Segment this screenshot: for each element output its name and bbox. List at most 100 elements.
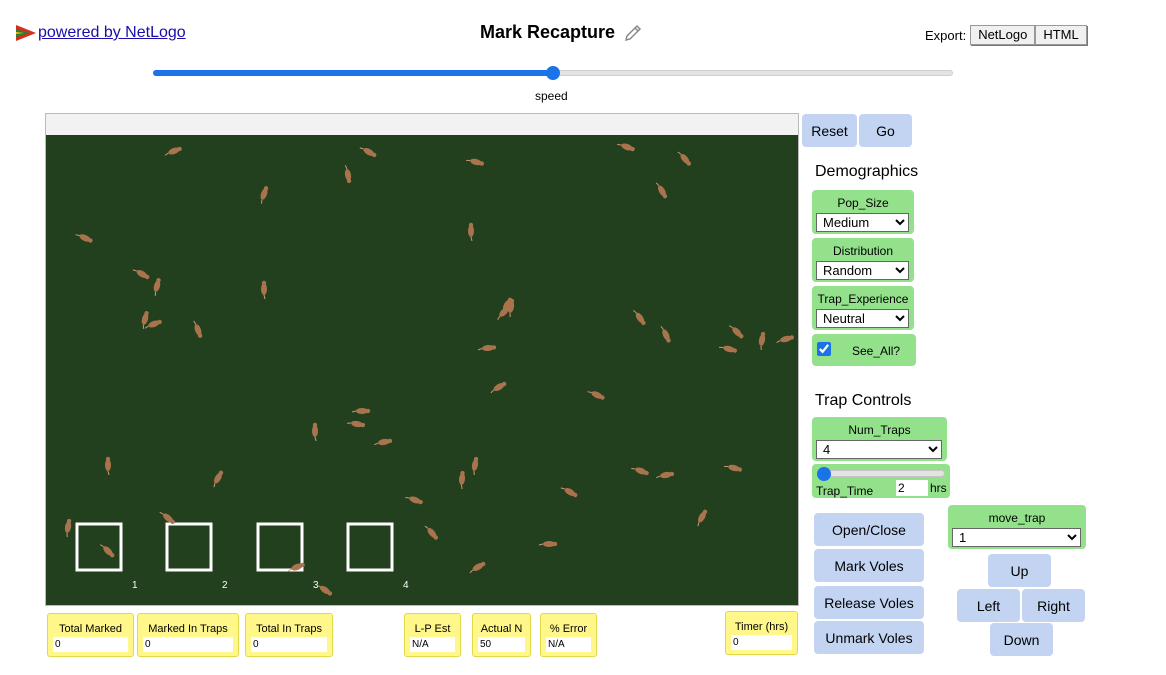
vole-3 (344, 165, 352, 184)
powered-by-netlogo[interactable]: powered by NetLogo (16, 24, 186, 42)
speed-slider-thumb[interactable] (546, 66, 560, 80)
reset-button[interactable]: Reset (802, 114, 857, 147)
marked-in-traps-label: Marked In Traps (148, 623, 228, 635)
model-title: Mark Recapture (480, 22, 616, 42)
total-marked-value: 0 (53, 637, 128, 652)
left-button[interactable]: Left (957, 589, 1020, 622)
demographics-heading: Demographics (815, 163, 919, 180)
vole-42 (560, 487, 578, 498)
trap-experience-select[interactable]: Neutral (816, 309, 909, 328)
distribution-label: Distribution (832, 244, 894, 258)
marked-in-traps-value: 0 (143, 637, 233, 652)
lp-est-value: N/A (410, 637, 455, 652)
vole-13 (261, 280, 267, 300)
vole-27 (490, 381, 507, 394)
vole-31 (374, 438, 393, 446)
marked-in-traps-monitor: Marked In Traps 0 (137, 613, 239, 657)
down-button[interactable]: Down (990, 623, 1053, 656)
vole-23 (728, 325, 744, 339)
export-label: Export: (925, 27, 967, 43)
vole-11 (132, 269, 150, 280)
trap-label-4: 4 (403, 580, 409, 591)
vole-6 (677, 151, 692, 166)
vole-34 (213, 470, 224, 488)
distribution-select[interactable]: Random (816, 261, 909, 280)
trap-label-2: 2 (222, 580, 228, 591)
right-button[interactable]: Right (1022, 589, 1085, 622)
vole-40 (405, 496, 423, 505)
see-all-checkbox[interactable] (817, 342, 831, 356)
vole-32 (312, 422, 318, 442)
pop-size-select[interactable]: Medium (816, 213, 909, 232)
total-in-traps-value: 0 (251, 637, 327, 652)
vole-25 (758, 331, 766, 351)
vole-38 (656, 471, 675, 479)
vole-26 (776, 335, 794, 343)
trap-controls-heading: Trap Controls (815, 392, 912, 409)
vole-35 (471, 456, 479, 476)
trap-label-1: 1 (132, 580, 138, 591)
world-canvas: 1234 (46, 135, 798, 605)
pencil-icon[interactable] (623, 23, 643, 43)
model-title-bar: Mark Recapture (480, 22, 643, 43)
vole-44 (697, 509, 708, 527)
trap-box-3 (256, 522, 304, 572)
trap-time-label: Trap_Time (816, 484, 874, 498)
vole-33 (105, 456, 111, 476)
mark-voles-button[interactable]: Mark Voles (814, 549, 924, 582)
actual-n-monitor: Actual N 50 (472, 613, 531, 657)
vole-30 (346, 420, 366, 428)
vole-4 (466, 158, 484, 166)
trap-time-thumb[interactable] (817, 467, 831, 481)
actual-n-value: 50 (478, 637, 525, 652)
pct-error-label: % Error (549, 623, 588, 635)
up-button[interactable]: Up (988, 554, 1051, 587)
vole-45 (64, 518, 72, 538)
vole-39 (724, 464, 742, 472)
trap-time-track[interactable] (817, 470, 945, 477)
vole-12 (153, 278, 161, 296)
speed-label: speed (535, 89, 568, 103)
open-close-button[interactable]: Open/Close (814, 513, 924, 546)
export-html-button[interactable]: HTML (1035, 25, 1087, 45)
powered-by-link[interactable]: powered by NetLogo (38, 24, 186, 42)
timer-monitor: Timer (hrs) 0 (725, 611, 798, 655)
export-netlogo-button[interactable]: NetLogo (970, 25, 1036, 45)
trap-box-1 (75, 522, 123, 572)
pop-size-label: Pop_Size (837, 196, 889, 210)
go-button[interactable]: Go (859, 114, 912, 147)
timer-value: 0 (731, 635, 792, 650)
total-marked-monitor: Total Marked 0 (47, 613, 134, 657)
num-traps-select[interactable]: 4 (816, 440, 942, 459)
vole-2 (359, 147, 377, 158)
world-view[interactable]: 1234 (46, 135, 798, 605)
vole-5 (617, 143, 635, 152)
move-trap-chooser: move_trap 1 (948, 505, 1086, 549)
netlogo-logo-icon (16, 25, 36, 41)
vole-17 (477, 344, 497, 352)
vole-8 (260, 186, 269, 204)
move-trap-select[interactable]: 1 (952, 528, 1081, 547)
vole-28 (587, 391, 605, 400)
pct-error-monitor: % Error N/A (540, 613, 597, 657)
trap-experience-chooser: Trap_Experience Neutral (812, 286, 914, 330)
timer-label: Timer (hrs) (734, 621, 789, 633)
vole-29 (351, 408, 371, 414)
vole-9 (75, 234, 93, 243)
num-traps-label: Num_Traps (848, 423, 911, 437)
lp-est-label: L-P Est (414, 623, 451, 635)
vole-37 (631, 467, 649, 476)
vole-50 (469, 561, 486, 574)
vole-16 (193, 320, 203, 338)
trap-time-value[interactable]: 2 (896, 480, 928, 496)
vole-21 (633, 310, 646, 326)
release-voles-button[interactable]: Release Voles (814, 586, 924, 619)
see-all-switch[interactable]: See_All? (812, 334, 916, 366)
unmark-voles-button[interactable]: Unmark Voles (814, 621, 924, 654)
vole-22 (660, 326, 671, 343)
vole-7 (655, 182, 668, 199)
num-traps-chooser: Num_Traps 4 (812, 417, 947, 461)
trap-box-4 (346, 522, 394, 572)
pop-size-chooser: Pop_Size Medium (812, 190, 914, 234)
total-in-traps-label: Total In Traps (255, 623, 323, 635)
